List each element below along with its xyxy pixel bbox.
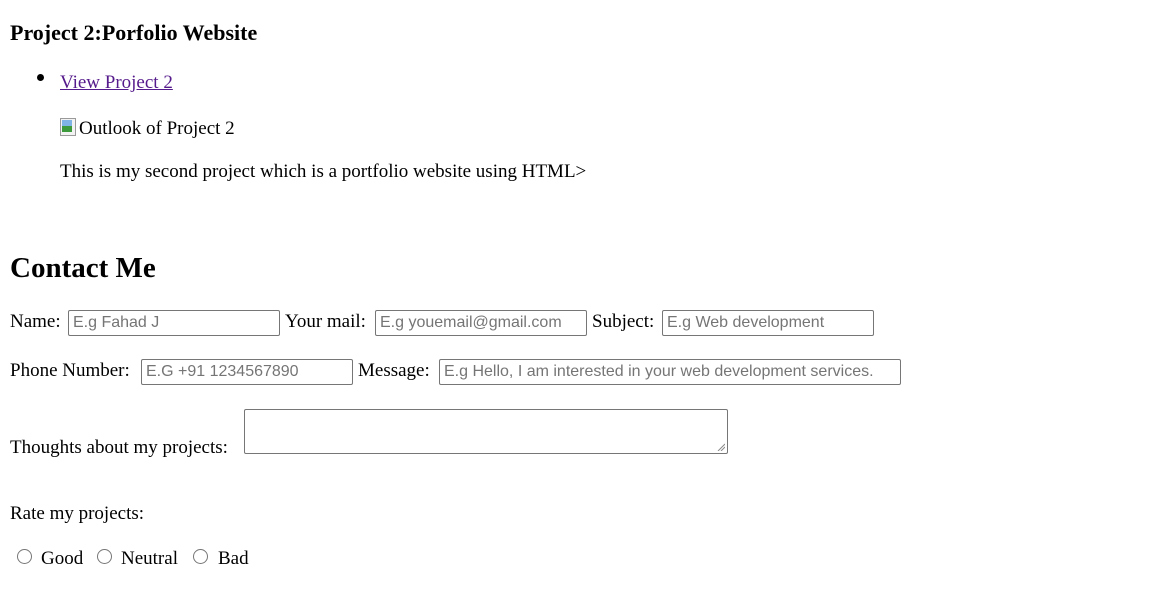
radio-neutral-label: Neutral <box>121 548 178 569</box>
subject-label: Subject: <box>592 311 655 332</box>
image-alt-text: Outlook of Project 2 <box>79 118 235 139</box>
resize-grip-icon[interactable] <box>717 443 725 451</box>
thoughts-label: Thoughts about my projects: <box>10 437 228 458</box>
email-input[interactable]: E.g youemail@gmail.com <box>375 310 587 336</box>
rate-label: Rate my projects: <box>10 503 145 524</box>
message-input[interactable]: E.g Hello, I am interested in your web d… <box>439 359 901 385</box>
thoughts-textarea[interactable] <box>244 409 728 454</box>
radio-good-label: Good <box>41 548 84 569</box>
list-bullet <box>37 74 44 81</box>
project-heading: Project 2:Porfolio Website <box>10 20 258 45</box>
contact-heading: Contact Me <box>10 252 156 284</box>
project-image: Outlook of Project 2 <box>60 117 235 141</box>
phone-label: Phone Number: <box>10 360 130 381</box>
name-label: Name: <box>10 311 61 332</box>
radio-good[interactable] <box>17 549 32 564</box>
project-description: This is my second project which is a por… <box>60 161 587 182</box>
radio-bad[interactable] <box>193 549 208 564</box>
name-input[interactable]: E.g Fahad J <box>68 310 280 336</box>
radio-bad-label: Bad <box>218 548 249 569</box>
broken-image-icon <box>60 118 76 136</box>
mail-label: Your mail: <box>285 311 366 332</box>
phone-input[interactable]: E.G +91 1234567890 <box>141 359 353 385</box>
view-project-link[interactable]: View Project 2 <box>60 71 173 95</box>
radio-neutral[interactable] <box>97 549 112 564</box>
message-label: Message: <box>358 360 430 381</box>
subject-input[interactable]: E.g Web development <box>662 310 874 336</box>
